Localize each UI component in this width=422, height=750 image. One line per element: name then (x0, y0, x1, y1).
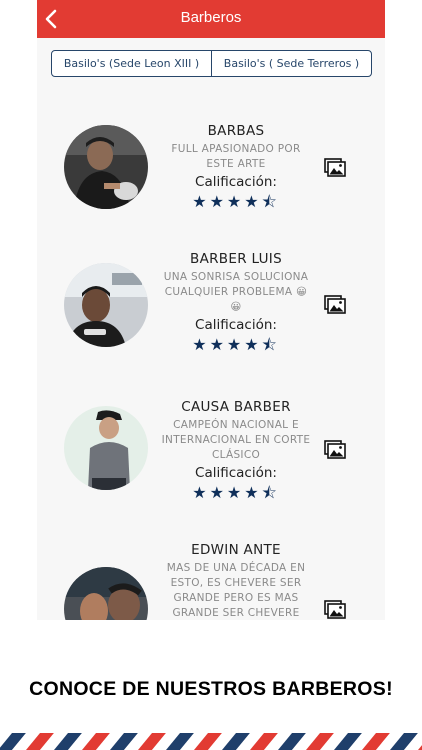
barber-description: MAS DE UNA DÉCADA EN ESTO, ES CHEVERE SE… (166, 562, 306, 619)
barber-avatar (64, 263, 148, 347)
star-icon: ★ (226, 192, 245, 211)
gallery-button[interactable] (324, 600, 346, 620)
gallery-button[interactable] (324, 440, 346, 460)
star-icon: ★ (209, 192, 227, 211)
barber-info: EDWIN ANTE MAS DE UNA DÉCADA EN ESTO, ES… (161, 542, 311, 620)
rating-label: Calificación: (195, 174, 277, 190)
barber-name: CAUSA BARBER (181, 399, 291, 415)
star-icon: ★ (244, 192, 262, 211)
gallery-button[interactable] (324, 295, 346, 315)
half-star-icon: ⯪ (261, 335, 280, 354)
half-star-icon: ⯪ (261, 192, 280, 211)
image-gallery-icon (324, 295, 346, 314)
barber-avatar (64, 125, 148, 209)
star-rating: ★★★★⯪ (161, 482, 311, 509)
star-icon: ★ (244, 335, 262, 354)
barber-description: FULL APASIONADO POR ESTE ARTE (171, 143, 301, 170)
barber-name: BARBER LUIS (190, 251, 282, 267)
star-icon: ★ (226, 483, 245, 502)
location-selector: Basilo's (Sede Leon XIII ) Basilo's ( Se… (51, 50, 372, 77)
star-icon: ★ (244, 483, 262, 502)
half-star-icon: ⯪ (261, 483, 280, 502)
image-gallery-icon (324, 440, 346, 459)
rating-label: Calificación: (195, 465, 277, 481)
gallery-button[interactable] (324, 158, 346, 178)
star-icon: ★ (209, 483, 227, 502)
barber-description: UNA SONRISA SOLUCIONA CUALQUIER PROBLEMA… (163, 271, 309, 313)
barber-name: EDWIN ANTE (191, 542, 281, 558)
barber-stripe-border (0, 733, 422, 750)
barber-avatar (64, 567, 148, 620)
barber-info: BARBER LUIS UNA SONRISA SOLUCIONA CUALQU… (161, 251, 311, 361)
star-rating: ★★★★⯪ (161, 191, 311, 218)
promo-caption: CONOCE DE NUESTROS BARBEROS! (29, 678, 393, 700)
star-icon: ★ (209, 335, 227, 354)
barber-info: BARBAS FULL APASIONADO POR ESTE ARTE Cal… (161, 123, 311, 218)
image-gallery-icon (324, 600, 346, 619)
app-screen: Barberos Basilo's (Sede Leon XIII ) Basi… (37, 0, 385, 620)
barber-avatar (64, 406, 148, 490)
star-icon: ★ (192, 335, 210, 354)
app-bar: Barberos (37, 0, 385, 38)
rating-label: Calificación: (195, 317, 277, 333)
page-title: Barberos (180, 9, 242, 26)
barber-description: CAMPEÓN NACIONAL E INTERNACIONAL EN CORT… (161, 419, 311, 461)
image-gallery-icon (324, 158, 346, 177)
star-icon: ★ (192, 483, 210, 502)
barber-info: CAUSA BARBER CAMPEÓN NACIONAL E INTERNAC… (161, 399, 311, 509)
star-icon: ★ (226, 335, 245, 354)
tab-sede-terreros[interactable]: Basilo's ( Sede Terreros ) (211, 51, 371, 76)
star-rating: ★★★★⯪ (161, 334, 311, 361)
barber-name: BARBAS (207, 123, 265, 139)
tab-sede-leon[interactable]: Basilo's (Sede Leon XIII ) (52, 51, 211, 76)
star-icon: ★ (192, 192, 210, 211)
